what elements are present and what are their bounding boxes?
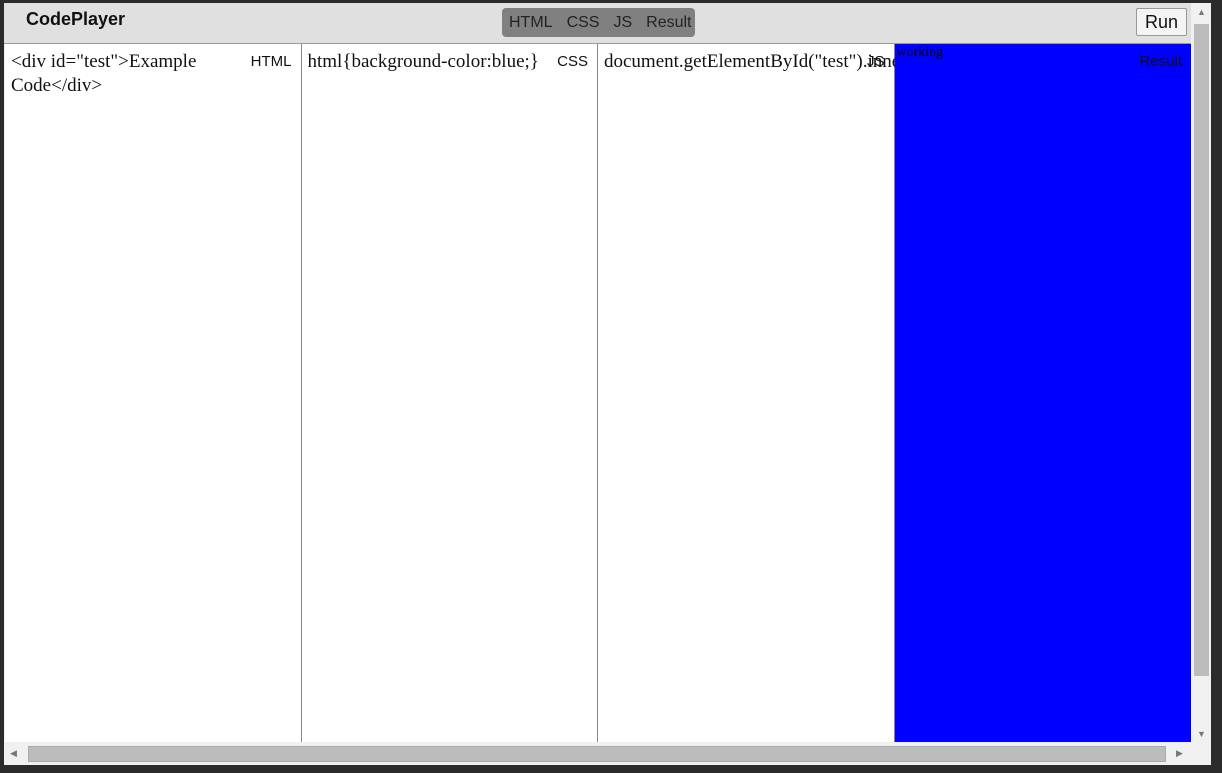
codeplayer-window: CodePlayer HTML CSS JS Result Run <div i… (4, 3, 1211, 765)
toggle-js[interactable]: JS (613, 14, 632, 32)
css-code-input[interactable]: html{background-color:blue;} (308, 50, 594, 74)
html-panel: <div id="test">Example Code</div> HTML (5, 44, 302, 742)
run-button[interactable]: Run (1136, 8, 1187, 36)
vertical-scroll-thumb[interactable] (1194, 24, 1209, 676)
horizontal-scroll-thumb[interactable] (28, 746, 1166, 762)
result-output: working (896, 45, 944, 60)
header-bar: CodePlayer HTML CSS JS Result Run (4, 3, 1191, 44)
scroll-up-icon[interactable]: ▲ (1197, 7, 1206, 17)
logo: CodePlayer (26, 9, 126, 29)
panel-toggle-bar: HTML CSS JS Result (502, 8, 695, 37)
scroll-down-icon[interactable]: ▼ (1197, 729, 1206, 739)
scroll-left-icon[interactable]: ◀ (10, 748, 17, 759)
toggle-css[interactable]: CSS (567, 14, 600, 32)
result-panel: working Result (894, 44, 1191, 742)
js-panel-label: JS (866, 53, 885, 70)
panels: <div id="test">Example Code</div> HTML h… (5, 44, 1191, 742)
js-code-input[interactable]: document.getElementById("test").innerHTM… (604, 50, 1055, 74)
toggle-html[interactable]: HTML (509, 14, 553, 32)
scroll-right-icon[interactable]: ▶ (1176, 748, 1183, 759)
html-panel-label: HTML (250, 53, 292, 70)
vertical-scrollbar[interactable]: ▲ ▼ (1191, 3, 1211, 743)
css-panel: html{background-color:blue;} CSS (301, 44, 598, 742)
css-panel-label: CSS (557, 53, 588, 70)
result-panel-label: Result (1139, 53, 1182, 70)
html-code-input[interactable]: <div id="test">Example Code</div> (11, 50, 221, 98)
toggle-result[interactable]: Result (646, 14, 691, 32)
horizontal-scrollbar[interactable]: ◀ ▶ (4, 743, 1191, 765)
js-panel: document.getElementById("test").innerHTM… (598, 44, 1055, 742)
